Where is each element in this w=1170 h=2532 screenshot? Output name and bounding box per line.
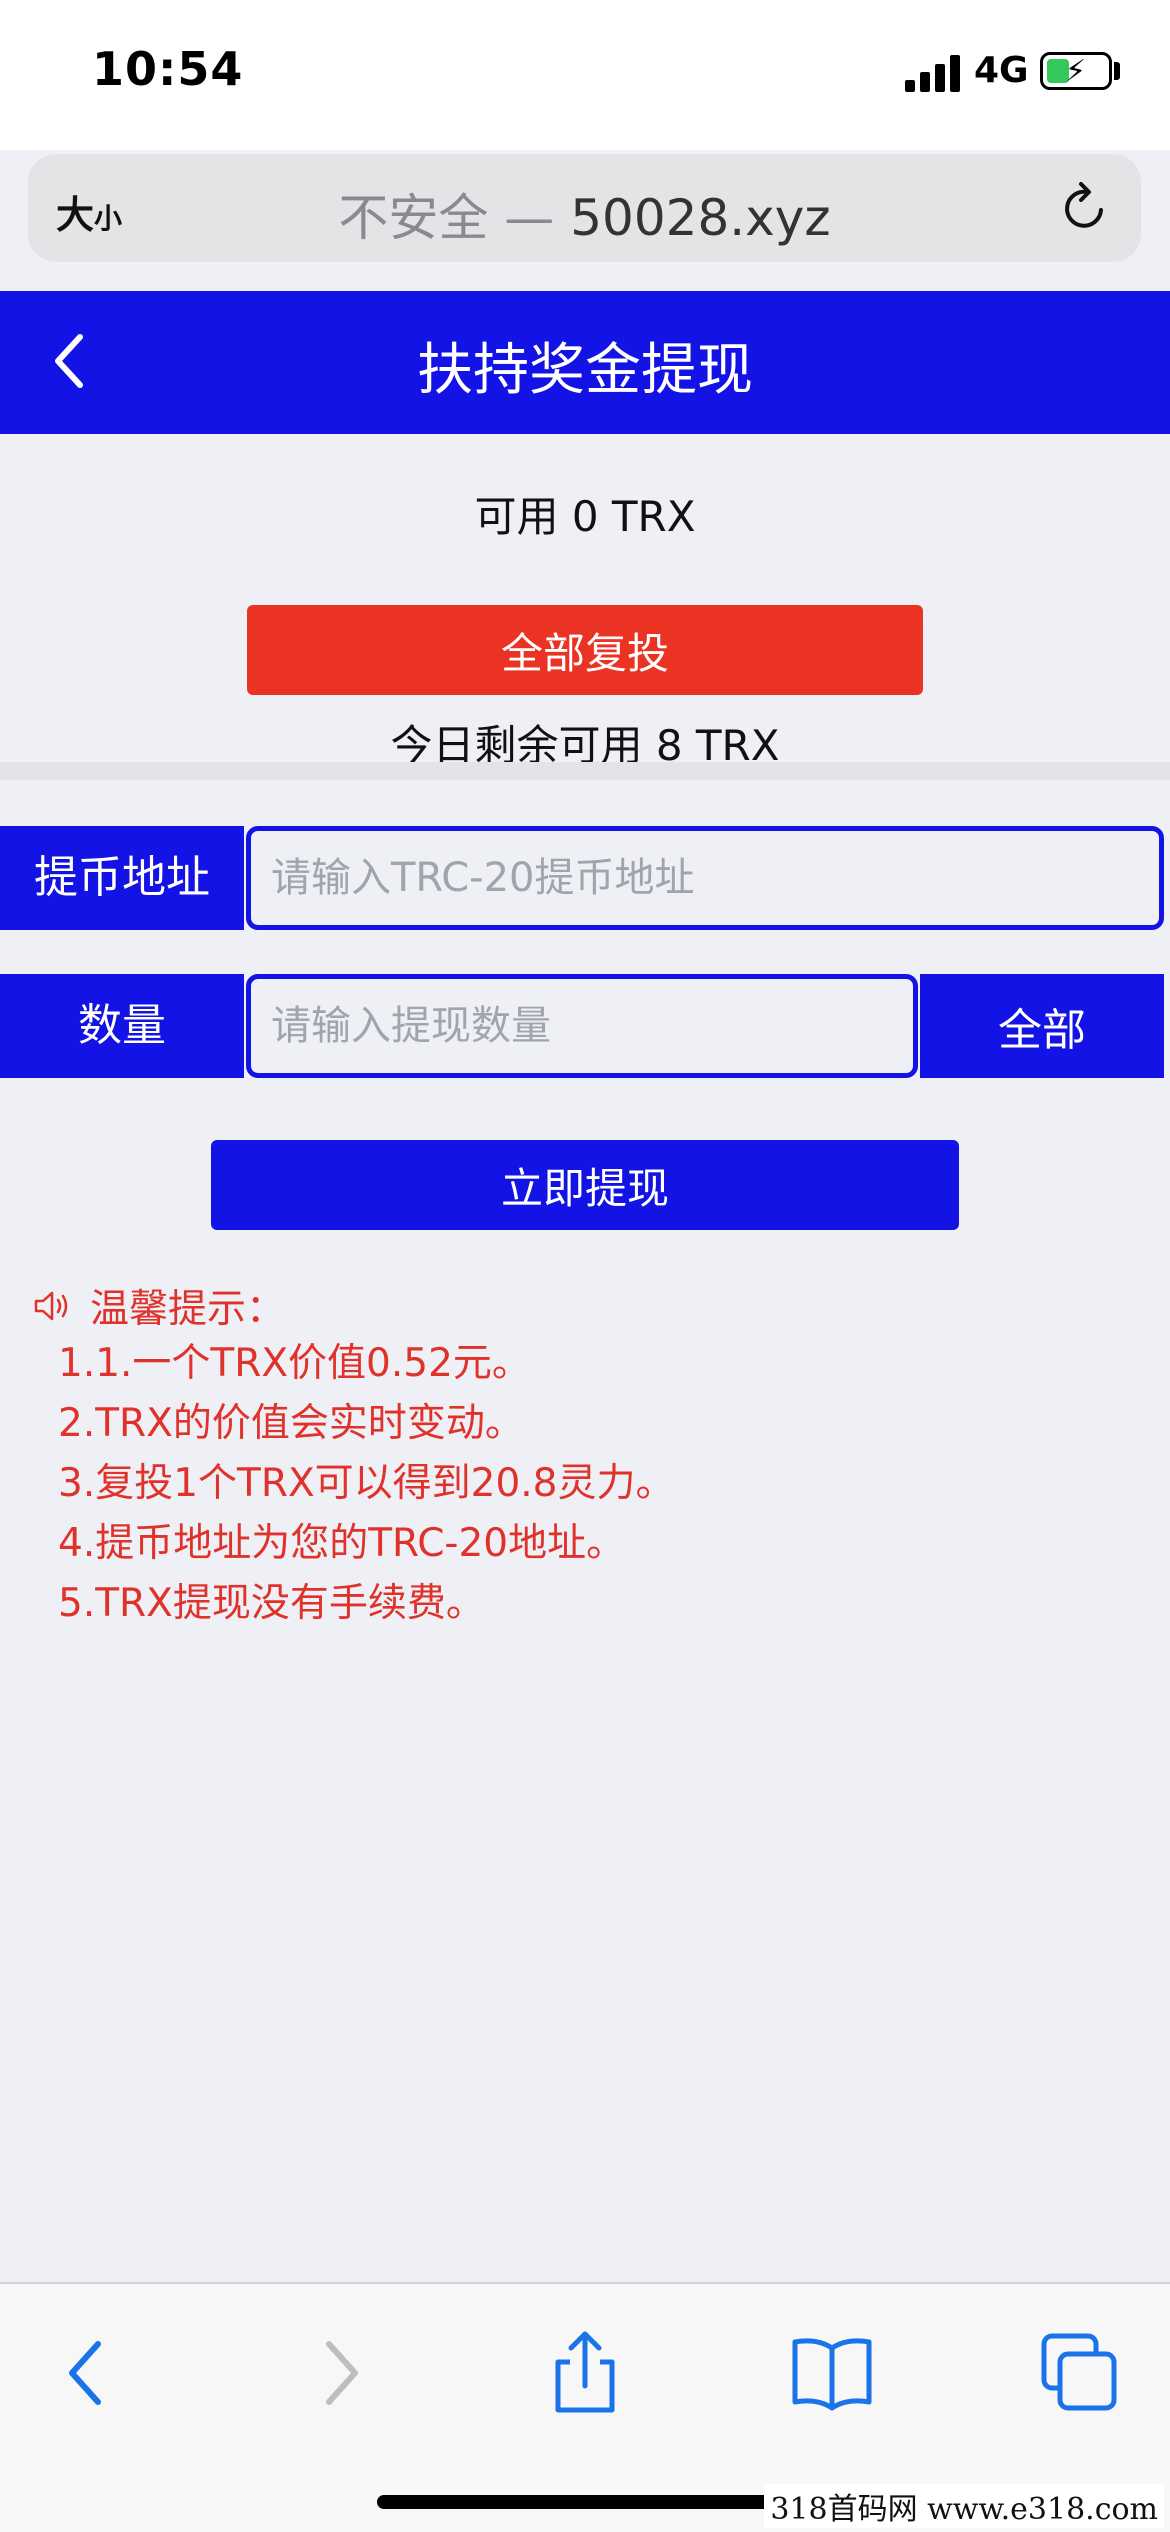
tips-header: 温馨提示： [32,1278,1132,1334]
address-input[interactable] [246,826,1164,930]
home-indicator [377,2495,793,2509]
browser-forward-icon[interactable] [295,2328,385,2418]
tip-item: 4.提币地址为您的TRC-20地址。 [58,1521,626,1566]
screen: 10:54 4G ⚡ 大小 不安全 — 50028.xyz 扶持奖金提现 可用 [0,0,1170,2532]
tip-item: 3.复投1个TRX可以得到20.8灵力。 [58,1461,675,1506]
status-bar: 10:54 4G ⚡ [0,0,1170,150]
address-label: 提币地址 [0,826,244,930]
watermark-text: 318首码网 www.e318.com [764,2484,1164,2528]
url-host: 50028.xyz [570,189,831,247]
page-header: 扶持奖金提现 [0,291,1170,434]
tips-title: 温馨提示： [90,1287,286,1332]
browser-back-icon[interactable] [42,2328,132,2418]
share-icon[interactable] [540,2328,630,2418]
withdraw-now-button[interactable]: 立即提现 [211,1140,959,1230]
tip-item: 2.TRX的价值会实时变动。 [58,1401,524,1446]
tabs-icon[interactable] [1034,2328,1124,2418]
amount-input[interactable] [246,974,918,1078]
not-secure-label: 不安全 — [338,189,571,247]
status-time: 10:54 [92,42,244,96]
all-amount-button[interactable]: 全部 [920,974,1164,1078]
network-type: 4G [974,50,1029,91]
tip-item: 5.TRX提现没有手续费。 [58,1581,485,1626]
section-divider [0,762,1170,780]
tip-item: 1.1.一个TRX价值0.52元。 [58,1341,531,1386]
reload-icon[interactable] [1057,180,1113,236]
battery-tip [1114,62,1120,80]
address-bar[interactable]: 大小 不安全 — 50028.xyz [28,154,1141,262]
page-title: 扶持奖金提现 [417,338,753,403]
reinvest-all-button[interactable]: 全部复投 [247,605,923,695]
amount-label: 数量 [0,974,244,1078]
speaker-icon [34,1291,68,1321]
cellular-signal-icon [905,54,961,92]
bookmarks-icon[interactable] [787,2328,877,2418]
url-display[interactable]: 不安全 — 50028.xyz [28,178,1141,250]
battery-icon: ⚡ [1040,52,1112,90]
available-balance: 可用 0 TRX [474,492,696,541]
tips-section: 温馨提示： 1.1.一个TRX价值0.52元。 2.TRX的价值会实时变动。 3… [32,1278,1132,1634]
